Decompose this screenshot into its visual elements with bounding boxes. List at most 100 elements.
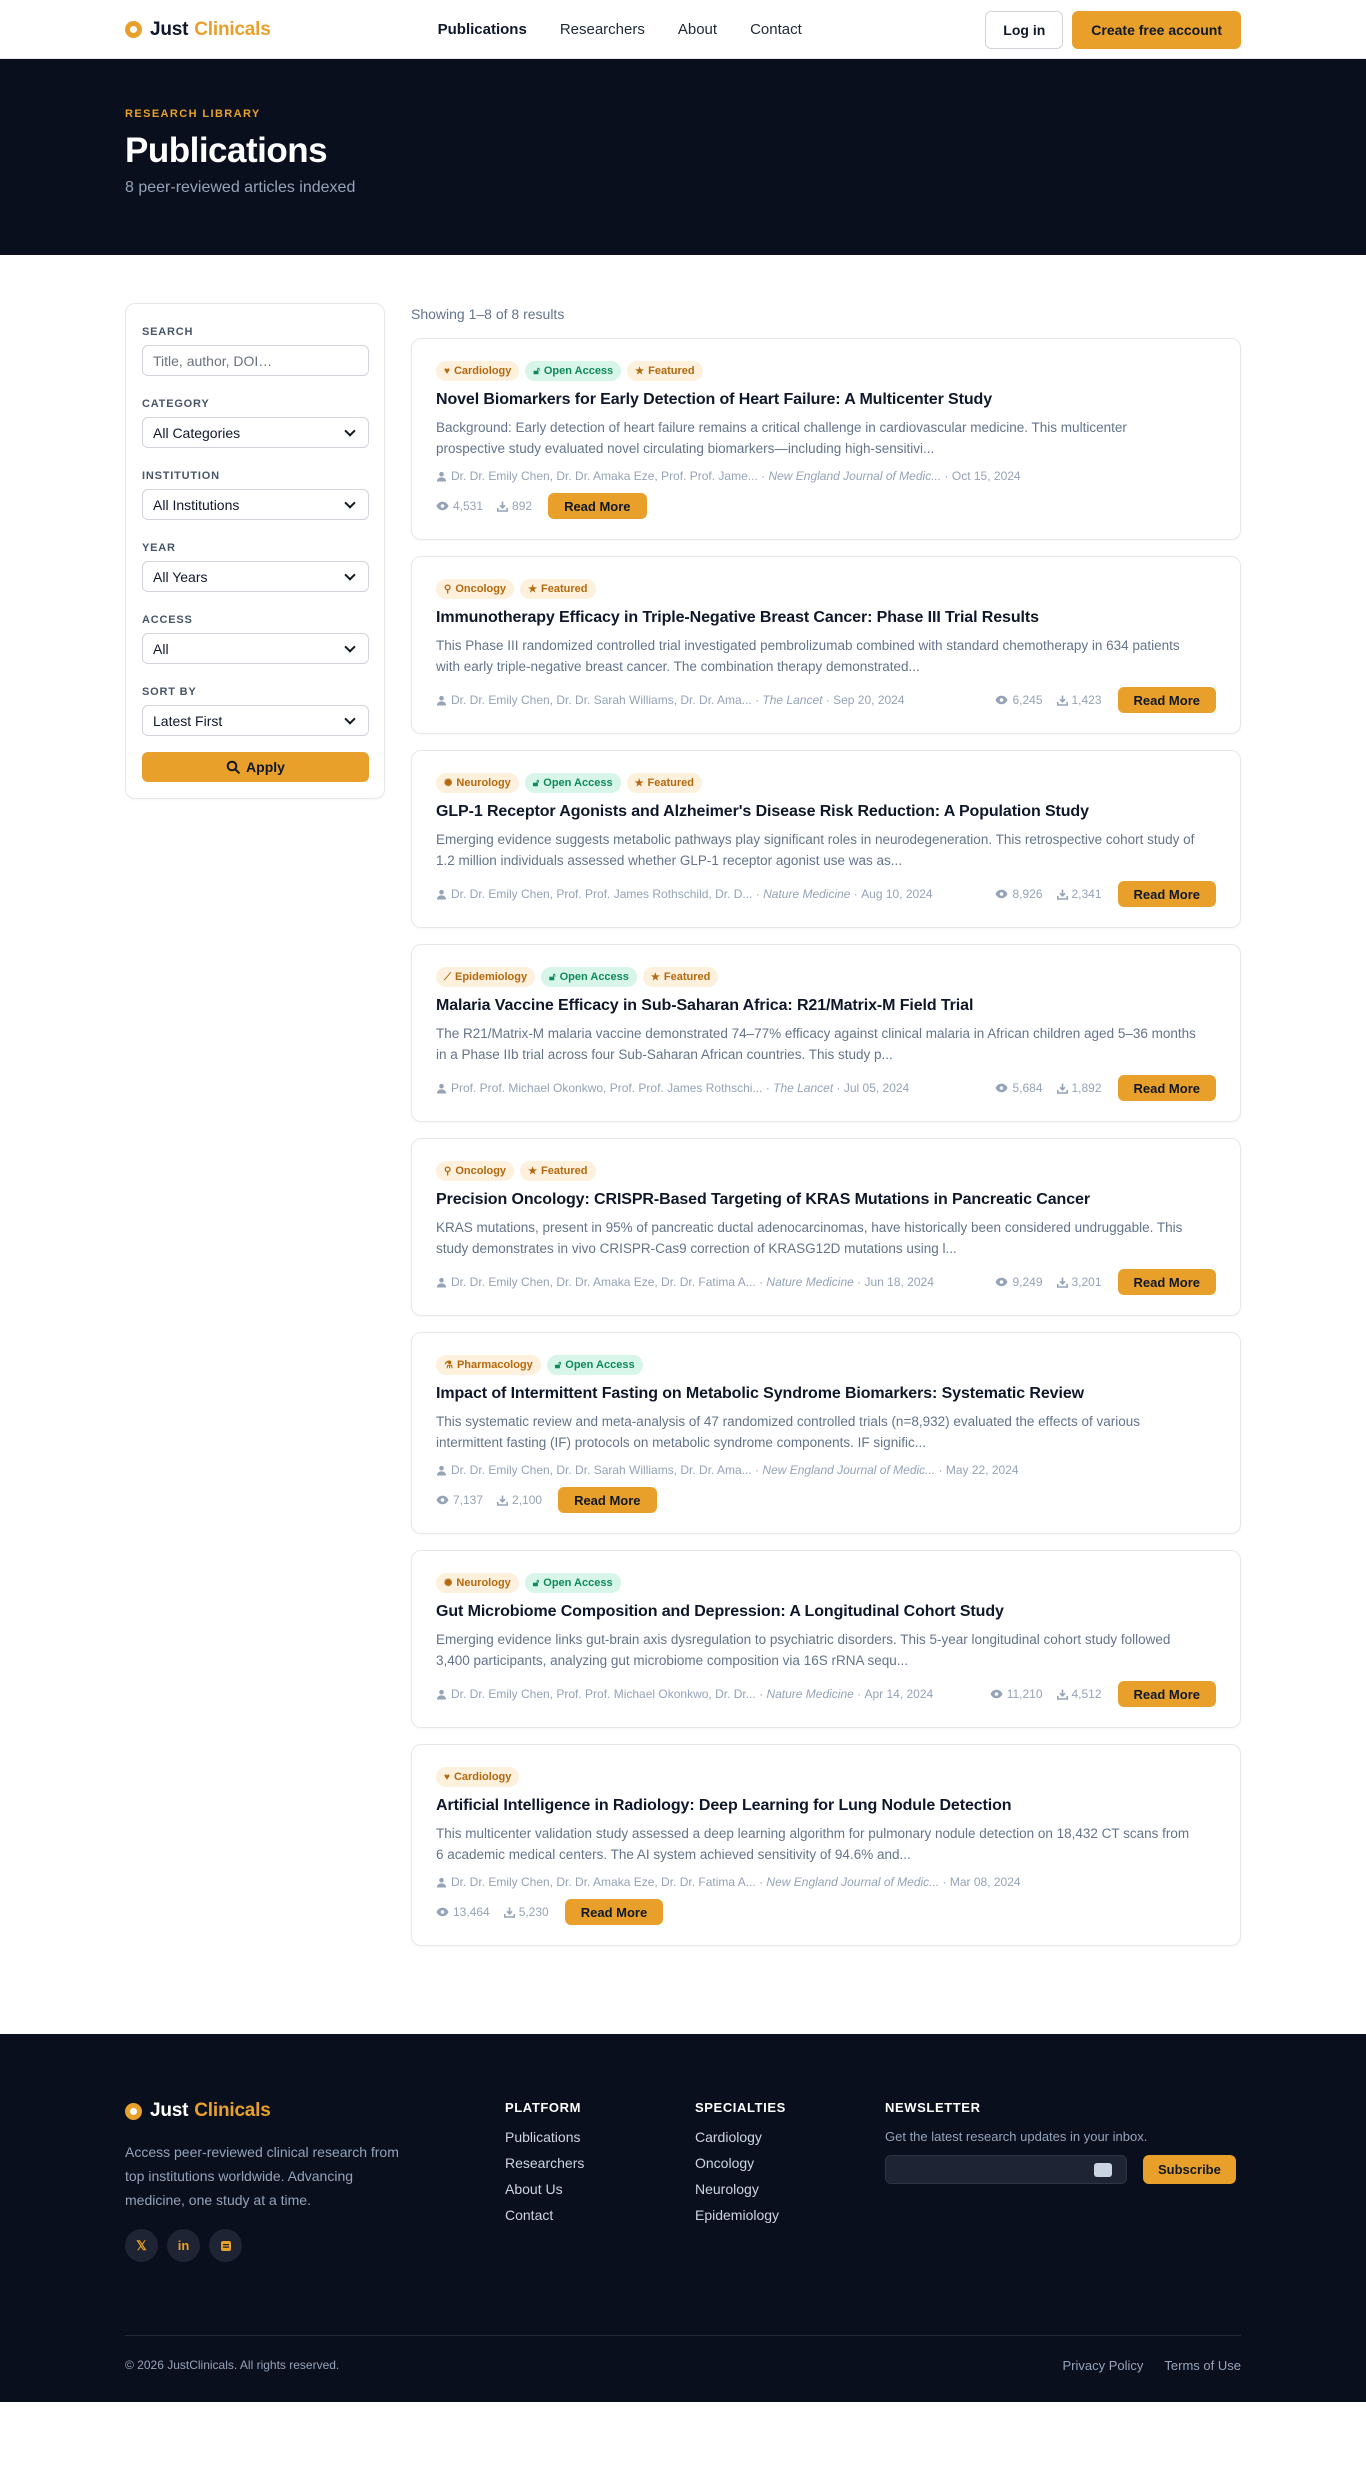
x-icon[interactable]: 𝕏 (125, 2229, 158, 2262)
search-label: SEARCH (142, 326, 194, 338)
download-icon (497, 1495, 509, 1506)
newsletter-title: NEWSLETTER (885, 2100, 981, 2115)
footer-brand-second: Clinicals (194, 2100, 271, 2121)
article-meta-row: Dr. Dr. Emily Chen, Dr. Dr. Amaka Eze, D… (436, 1875, 1216, 1889)
article-stats: 11,210 4,512 (990, 1687, 1102, 1701)
views-count: 4,531 (436, 499, 483, 513)
nav-publications[interactable]: Publications (438, 21, 527, 38)
category-badge: ⟋ Epidemiology (436, 967, 536, 987)
article-meta: Prof. Prof. Michael Okonkwo, Prof. Prof.… (436, 1081, 909, 1095)
footer-link-epidemiology[interactable]: Epidemiology (695, 2207, 885, 2223)
download-icon (497, 501, 509, 512)
subscribe-button[interactable]: Subscribe (1143, 2155, 1236, 2184)
footer-link-oncology[interactable]: Oncology (695, 2155, 885, 2171)
nav-about[interactable]: About (678, 21, 717, 38)
unlock-icon: 🔓︎ (554, 1359, 562, 1371)
article-title[interactable]: Malaria Vaccine Efficacy in Sub-Saharan … (436, 997, 1216, 1015)
footer-link-neurology[interactable]: Neurology (695, 2181, 885, 2197)
read-more-button[interactable]: Read More (1117, 881, 1216, 907)
views-value: 11,210 (1006, 1687, 1043, 1701)
article-authors: Dr. Dr. Emily Chen, Dr. Dr. Sarah Willia… (451, 693, 752, 707)
access-select[interactable]: All (142, 633, 369, 664)
article-title[interactable]: GLP-1 Receptor Agonists and Alzheimer's … (436, 803, 1216, 821)
article-card[interactable]: ♥ Cardiology 🔓︎ Open Access ★ Featured Novel B… (411, 338, 1241, 540)
brand-logo[interactable]: Just Clinicals (125, 19, 271, 41)
article-title[interactable]: Impact of Intermittent Fasting on Metabo… (436, 1385, 1216, 1403)
category-icon: ⟋ (444, 971, 451, 983)
download-icon (503, 1907, 515, 1918)
read-more-button[interactable]: Read More (558, 1487, 657, 1513)
article-date: Oct 15, 2024 (951, 469, 1021, 483)
featured-label: Featured (541, 583, 588, 595)
article-card[interactable]: ⚗ Pharmacology 🔓︎ Open Access Impact of Inte… (411, 1332, 1241, 1534)
footer-link-contact[interactable]: Contact (505, 2207, 695, 2223)
downloads-value: 2,341 (1071, 887, 1102, 901)
nav-contact[interactable]: Contact (750, 21, 802, 38)
access-select-value: All (153, 640, 169, 657)
downloads-value: 4,512 (1071, 1687, 1102, 1701)
article-card[interactable]: ⚲ Oncology ★ Featured Immunotherapy Efficacy… (411, 556, 1241, 734)
read-more-button[interactable]: Read More (1117, 1681, 1216, 1707)
footer-brand-logo[interactable]: Just Clinicals (125, 2100, 505, 2122)
apply-button[interactable]: Apply (142, 752, 369, 782)
category-badge-label: Cardiology (453, 365, 512, 377)
category-select[interactable]: All Categories (142, 417, 369, 448)
newsletter-email-input[interactable] (885, 2155, 1127, 2184)
terms-of-use-link[interactable]: Terms of Use (1164, 2358, 1241, 2373)
privacy-policy-link[interactable]: Privacy Policy (1063, 2358, 1144, 2373)
article-title[interactable]: Precision Oncology: CRISPR-Based Targeti… (436, 1191, 1216, 1209)
article-authors: Dr. Dr. Emily Chen, Prof. Prof. James Ro… (451, 887, 753, 901)
linkedin-icon[interactable]: in (167, 2229, 200, 2262)
category-badge-label: Pharmacology (456, 1359, 533, 1371)
article-title[interactable]: Gut Microbiome Composition and Depressio… (436, 1603, 1216, 1621)
read-more-button[interactable]: Read More (1117, 687, 1216, 713)
article-badges: ⟋ Epidemiology 🔓︎ Open Access ★ Featured (436, 967, 1216, 987)
sort-select[interactable]: Latest First (142, 705, 369, 736)
article-card[interactable]: ✺ Neurology 🔓︎ Open Access Gut Microbiome Co… (411, 1550, 1241, 1728)
footer-link-publications[interactable]: Publications (505, 2129, 695, 2145)
article-title[interactable]: Immunotherapy Efficacy in Triple-Negativ… (436, 609, 1216, 627)
article-title[interactable]: Novel Biomarkers for Early Detection of … (436, 391, 1216, 409)
article-card[interactable]: ♥ Cardiology Artificial Intelligence in Ra… (411, 1744, 1241, 1946)
views-icon (995, 889, 1008, 899)
footer-platform-column: PLATFORM Publications Researchers About … (505, 2100, 695, 2262)
read-more-button[interactable]: Read More (548, 493, 647, 519)
year-select[interactable]: All Years (142, 561, 369, 592)
article-stats-wrap: 11,210 4,512 (990, 1687, 1102, 1701)
create-account-button[interactable]: Create free account (1072, 10, 1241, 49)
downloads-value: 892 (512, 499, 533, 513)
read-more-button[interactable]: Read More (1117, 1075, 1216, 1101)
category-icon: ✺ (444, 777, 453, 789)
article-card[interactable]: ✺ Neurology 🔓︎ Open Access ★ Featured GLP-1 Re… (411, 750, 1241, 928)
article-meta-row: Prof. Prof. Michael Okonkwo, Prof. Prof.… (436, 1075, 1216, 1101)
footer-link-about-us[interactable]: About Us (505, 2181, 695, 2197)
search-input[interactable] (142, 345, 369, 376)
author-icon (436, 889, 447, 900)
author-icon (436, 1083, 447, 1094)
star-icon: ★ (528, 1165, 538, 1177)
downloads-count: 3,201 (1056, 1275, 1102, 1289)
category-badge: ⚲ Oncology (436, 1161, 515, 1181)
article-title[interactable]: Artificial Intelligence in Radiology: De… (436, 1797, 1216, 1815)
nav-researchers[interactable]: Researchers (560, 21, 645, 38)
footer-link-researchers[interactable]: Researchers (505, 2155, 695, 2171)
read-more-button[interactable]: Read More (564, 1899, 664, 1925)
footer-link-cardiology[interactable]: Cardiology (695, 2129, 885, 2145)
category-badge: ♥ Cardiology (436, 1767, 520, 1787)
article-card[interactable]: ⚲ Oncology ★ Featured Precision Oncology: CR… (411, 1138, 1241, 1316)
downloads-count: 5,230 (503, 1905, 549, 1919)
login-button[interactable]: Log in (985, 10, 1064, 49)
downloads-value: 5,230 (518, 1905, 549, 1919)
article-abstract: This multicenter validation study assess… (436, 1826, 1190, 1862)
download-icon (1056, 1689, 1068, 1700)
read-more-button[interactable]: Read More (1117, 1269, 1216, 1295)
unlock-icon: 🔓︎ (532, 1577, 540, 1589)
article-meta: Dr. Dr. Emily Chen, Dr. Dr. Sarah Willia… (436, 1463, 1019, 1477)
star-icon: ★ (635, 365, 645, 377)
institution-select[interactable]: All Institutions (142, 489, 369, 520)
footer-platform-title: PLATFORM (505, 2100, 582, 2115)
article-card[interactable]: ⟋ Epidemiology 🔓︎ Open Access ★ Featured Malar… (411, 944, 1241, 1122)
rss-icon[interactable] (209, 2229, 242, 2262)
category-badge-label: Neurology (456, 1577, 511, 1589)
category-badge: ✺ Neurology (436, 773, 519, 793)
